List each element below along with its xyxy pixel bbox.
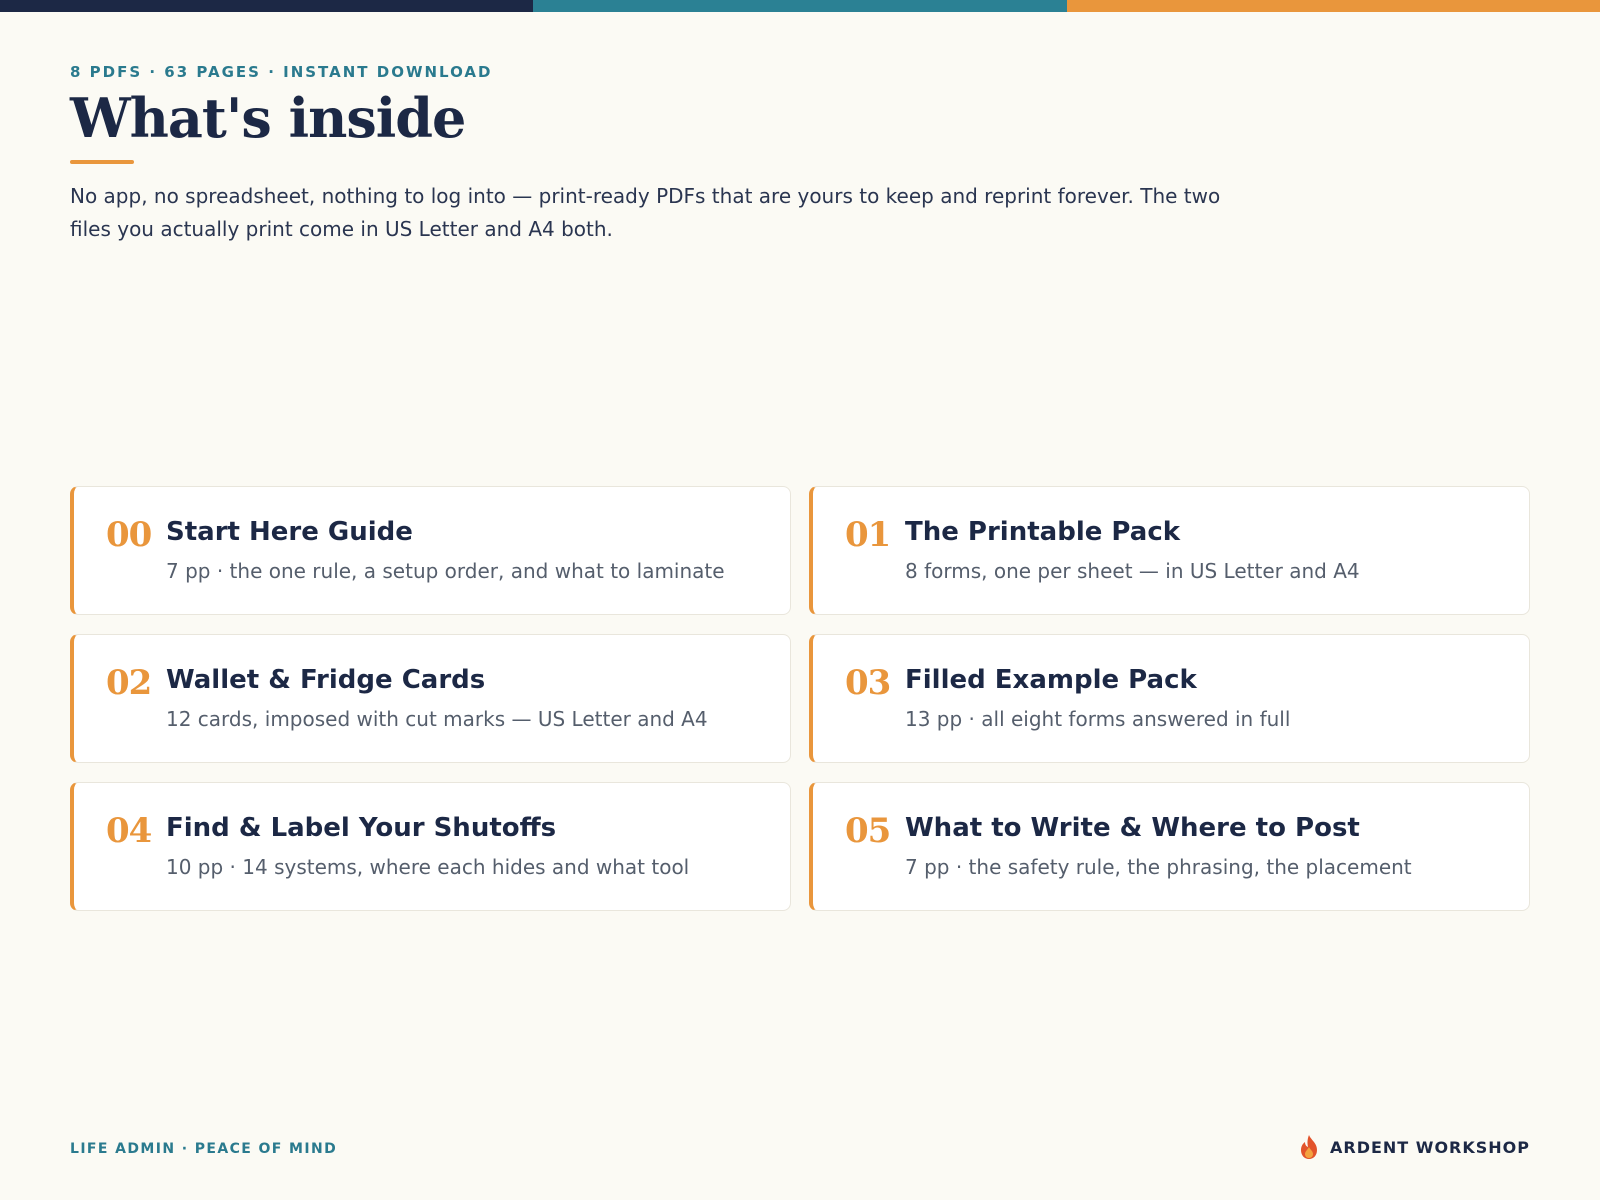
brand-lockup: ARDENT WORKSHOP [1298,1134,1530,1160]
title-underline [70,160,134,164]
item-number: 05 [845,811,891,851]
item-description: 10 pp · 14 systems, where each hides and… [166,855,690,879]
eyebrow: 8 PDFS · 63 PAGES · INSTANT DOWNLOAD [70,63,493,81]
flame-icon [1301,1135,1317,1159]
item-title: Start Here Guide [166,517,413,547]
item-title: What to Write & Where to Post [905,813,1360,843]
item-card-filled-example-pack: 03 Filled Example Pack 13 pp · all eight… [809,634,1530,763]
item-card-wallet-fridge-cards: 02 Wallet & Fridge Cards 12 cards, impos… [70,634,791,763]
item-card-start-here-guide: 00 Start Here Guide 7 pp · the one rule,… [70,486,791,615]
item-number: 03 [845,663,891,703]
item-card-find-label-shutoffs: 04 Find & Label Your Shutoffs 10 pp · 14… [70,782,791,911]
accent-segment-navy [0,0,534,12]
item-description: 13 pp · all eight forms answered in full [905,707,1291,731]
item-title: Find & Label Your Shutoffs [166,813,557,843]
item-title: The Printable Pack [905,517,1181,547]
item-number: 00 [106,515,152,555]
accent-segment-teal [533,0,1067,12]
lede-paragraph: No app, no spreadsheet, nothing to log i… [70,184,1221,241]
item-number: 01 [845,515,891,555]
page-title: What's inside [70,86,466,150]
item-title: Filled Example Pack [905,665,1197,695]
item-description: 7 pp · the safety rule, the phrasing, th… [905,855,1412,879]
item-number: 04 [106,811,152,851]
accent-segment-orange [1066,0,1600,12]
item-card-printable-pack: 01 The Printable Pack 8 forms, one per s… [809,486,1530,615]
item-number: 02 [106,663,152,703]
item-card-what-to-write: 05 What to Write & Where to Post 7 pp · … [809,782,1530,911]
contents-grid: 00 Start Here Guide 7 pp · the one rule,… [70,486,1530,911]
top-accent-bar [0,0,1600,12]
item-description: 12 cards, imposed with cut marks — US Le… [166,707,708,731]
item-description: 7 pp · the one rule, a setup order, and … [166,559,725,583]
item-title: Wallet & Fridge Cards [166,665,486,695]
footer-tagline: LIFE ADMIN · PEACE OF MIND [70,1141,338,1157]
brand-name: ARDENT WORKSHOP [1330,1137,1530,1157]
item-description: 8 forms, one per sheet — in US Letter an… [905,559,1360,583]
